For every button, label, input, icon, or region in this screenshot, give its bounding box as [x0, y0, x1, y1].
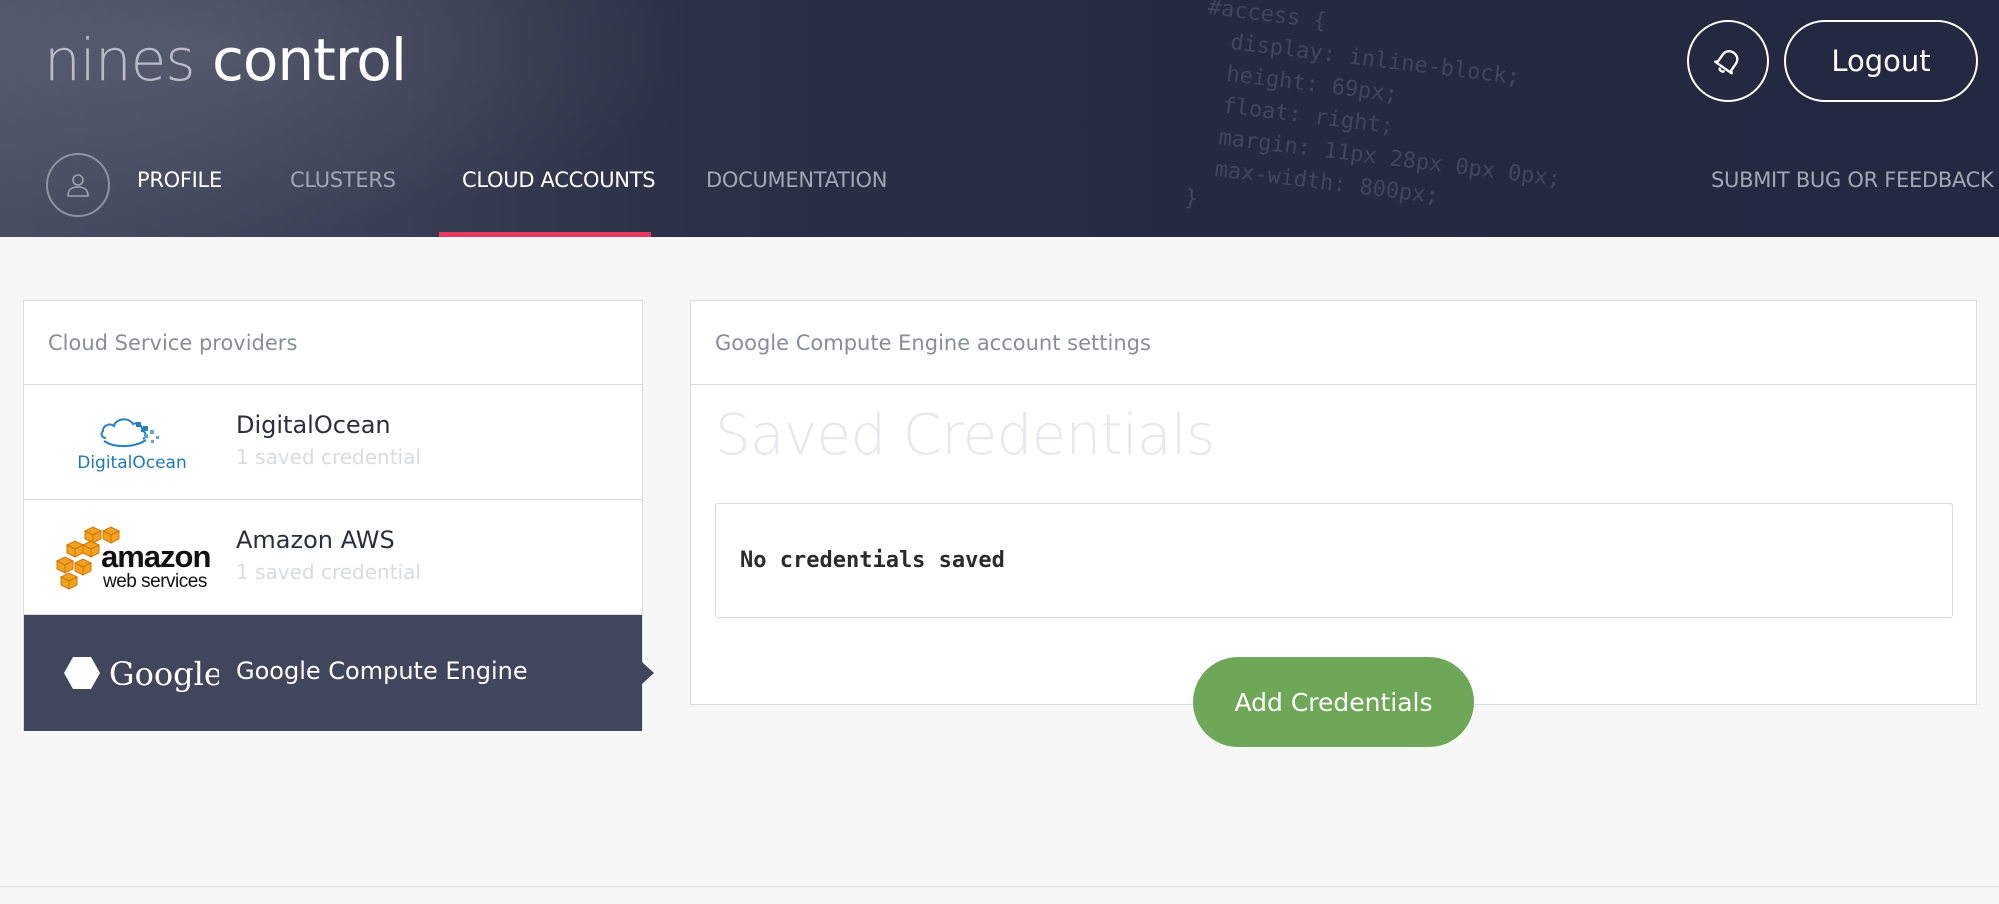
provider-name: DigitalOcean: [236, 411, 391, 439]
user-icon: [67, 174, 89, 197]
cloud-providers-panel: Cloud Service providers DigitalOcean Dig…: [23, 300, 654, 731]
add-credentials-button[interactable]: Add Credentials: [1193, 657, 1474, 747]
hexagon-icon: [64, 656, 100, 689]
provider-credential-count: 1 saved credential: [236, 445, 421, 469]
submit-feedback-link[interactable]: SUBMIT BUG OR FEEDBACK: [1711, 168, 1994, 204]
logo-bold-text: control: [211, 26, 407, 94]
empty-credentials-message: No credentials saved: [740, 548, 1005, 573]
logout-button[interactable]: Logout: [1784, 20, 1978, 102]
nav-tab-profile[interactable]: PROFILE: [137, 168, 222, 204]
aws-logo-text: web services: [102, 571, 207, 592]
app-logo[interactable]: nines control: [44, 22, 407, 98]
code-line: }: [1183, 185, 1200, 212]
notifications-button[interactable]: [1687, 20, 1769, 102]
header-code-decoration: #access { display: inline-block; height:…: [1181, 0, 1726, 237]
settings-panel-title: Google Compute Engine account settings: [691, 301, 1976, 385]
providers-panel-title: Cloud Service providers: [24, 301, 642, 385]
amazon-logo-text: amazon: [101, 539, 210, 574]
nav-tab-cloud-accounts[interactable]: CLOUD ACCOUNTS: [462, 168, 656, 204]
logo-light-text: nines: [44, 26, 196, 94]
amazon-aws-logo: amazon web services: [44, 510, 224, 605]
google-logo-text: Google: [109, 655, 219, 693]
provider-credential-count: 1 saved credential: [236, 560, 421, 584]
digitalocean-logo: DigitalOcean: [44, 395, 224, 490]
saved-credentials-heading: Saved Credentials: [715, 403, 1215, 468]
google-logo: Google: [44, 625, 224, 720]
nav-tab-clusters[interactable]: CLUSTERS: [290, 168, 396, 204]
provider-item-amazon-aws[interactable]: amazon web services Amazon AWS 1 saved c…: [24, 500, 642, 615]
provider-item-digitalocean[interactable]: DigitalOcean DigitalOcean 1 saved creden…: [24, 385, 642, 500]
account-settings-panel: Google Compute Engine account settings S…: [690, 300, 1977, 705]
footer-divider: [0, 886, 1999, 887]
nav-tab-documentation[interactable]: DOCUMENTATION: [706, 168, 887, 204]
provider-name: Amazon AWS: [236, 526, 395, 554]
credentials-list: No credentials saved: [715, 503, 1953, 618]
provider-item-google-compute-engine[interactable]: Google Google Compute Engine: [24, 615, 654, 731]
top-header: #access { display: inline-block; height:…: [0, 0, 1999, 237]
profile-avatar[interactable]: [46, 153, 110, 217]
provider-name: Google Compute Engine: [236, 657, 528, 685]
digitalocean-logo-text: DigitalOcean: [77, 453, 187, 473]
active-tab-indicator: [439, 232, 651, 237]
bell-icon: [1714, 50, 1739, 75]
